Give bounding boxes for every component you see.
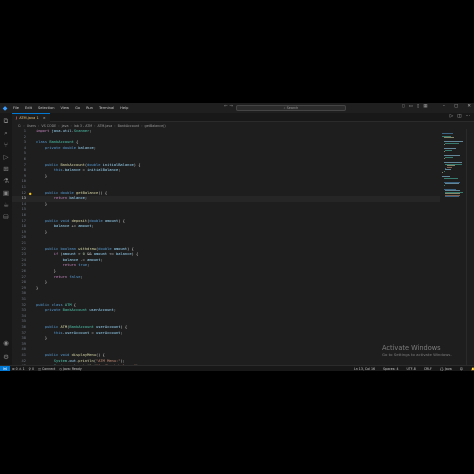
java-projects-icon[interactable]: ☕: [2, 201, 10, 209]
search-view-icon[interactable]: ⌕: [2, 129, 10, 137]
activity-bar: ⧉ ⌕ ⑂ ▷ ⊞ ⚗ ▣ ☕ ⛁ ◉ ⚙: [0, 113, 12, 365]
code-editor[interactable]: 1 import java.util.Scanner; 2 3 class BankAc…: [12, 129, 440, 365]
more-actions-icon[interactable]: ⋯: [466, 114, 471, 119]
menu-terminal[interactable]: Terminal: [96, 106, 117, 110]
remote-indicator-icon[interactable]: ⋈: [0, 365, 10, 371]
breadcrumb-segment[interactable]: VS CODE: [41, 124, 56, 128]
source-control-icon[interactable]: ⑂: [2, 141, 10, 149]
indentation[interactable]: Spaces: 4: [381, 367, 401, 371]
editor-actions: ▷ ◫ ⋯: [450, 114, 470, 119]
menu-selection[interactable]: Selection: [35, 106, 58, 110]
breadcrumb-segment[interactable]: ATM.java: [97, 124, 112, 128]
breadcrumb-segment[interactable]: Users: [27, 124, 36, 128]
toggle-sidebar-icon[interactable]: ▯: [402, 104, 404, 109]
encoding[interactable]: UTF-8: [405, 367, 418, 371]
watermark-subtitle: Go to Settings to activate Windows.: [382, 352, 452, 357]
split-editor-icon[interactable]: ◫: [457, 114, 461, 119]
status-bar: ⋈ ⊗ 0 ⚠ 1 ⚲ 0 ◫ Connect ◷ Java: Ready Ln…: [0, 365, 474, 371]
breadcrumb-segment[interactable]: getBalance(): [145, 124, 166, 128]
java-status[interactable]: ◷ Java: Ready: [57, 367, 84, 371]
minimap-line: [446, 166, 453, 168]
menu-help[interactable]: Help: [117, 106, 131, 110]
problems-status[interactable]: ⊗ 0 ⚠ 1: [10, 367, 27, 371]
breadcrumb-separator-icon: ›: [94, 124, 96, 128]
menu-edit[interactable]: Edit: [22, 106, 35, 110]
explorer-icon[interactable]: ⧉: [2, 117, 10, 125]
breadcrumb-separator-icon: ›: [58, 124, 60, 128]
minimap-line: [443, 137, 454, 139]
connect-status[interactable]: ◫ Connect: [36, 367, 57, 371]
java-file-icon: J: [16, 116, 18, 120]
command-center-search[interactable]: ⌕ Search: [236, 105, 346, 111]
minimap-line: [445, 149, 452, 151]
tab-bar: J ATM.java 1 × ▷ ◫ ⋯: [12, 113, 474, 122]
account-icon[interactable]: ◉: [2, 339, 10, 347]
feedback-icon[interactable]: ☺: [458, 367, 465, 371]
customize-layout-icon[interactable]: ▦: [423, 104, 427, 109]
breadcrumb-segment[interactable]: lab 3 - ATM: [74, 124, 92, 128]
tab-label: ATM.java 1: [19, 116, 39, 120]
breadcrumb-separator-icon: ›: [37, 124, 40, 128]
minimap[interactable]: [440, 129, 464, 365]
minimap-line: [445, 156, 454, 158]
title-bar: ◆ File Edit Selection View Go Run Termin…: [0, 103, 474, 113]
run-icon[interactable]: ▷: [450, 114, 453, 119]
breadcrumb-segment[interactable]: java: [62, 124, 69, 128]
breadcrumb-separator-icon: ›: [23, 124, 25, 128]
line-ending[interactable]: CRLF: [422, 367, 434, 371]
layout-controls: ▯ ▭ ▯ ▦: [402, 104, 428, 109]
maximize-icon[interactable]: ▢: [454, 104, 458, 109]
breadcrumb-separator-icon: ›: [70, 124, 72, 128]
activate-windows-watermark: Activate Windows Go to Settings to activ…: [382, 344, 452, 357]
menu-run[interactable]: Run: [83, 106, 96, 110]
toggle-panel-icon[interactable]: ▭: [408, 104, 412, 109]
testing-icon[interactable]: ⚗: [2, 177, 10, 185]
tab-close-icon[interactable]: ×: [43, 116, 46, 120]
minimap-line: [445, 196, 459, 197]
vscode-logo-icon: ◆: [2, 104, 8, 112]
ports-status[interactable]: ⚲ 0: [27, 367, 36, 371]
breadcrumb-segment[interactable]: BankAccount: [118, 124, 140, 128]
nav-arrows[interactable]: ← →: [224, 104, 233, 109]
editor-scrollbar[interactable]: [466, 129, 474, 365]
tab-atm-java[interactable]: J ATM.java 1 ×: [12, 113, 50, 122]
language-mode[interactable]: {} Java: [438, 367, 454, 371]
minimap-line: [442, 133, 454, 134]
toggle-secondary-sidebar-icon[interactable]: ▯: [417, 104, 419, 109]
menu-view[interactable]: View: [58, 106, 73, 110]
breadcrumb-segment[interactable]: C:: [18, 124, 21, 128]
notifications-icon[interactable]: 🔔: [469, 367, 474, 371]
minimize-icon[interactable]: –: [443, 104, 445, 109]
menu-go[interactable]: Go: [72, 106, 83, 110]
minimap-line: [445, 183, 460, 185]
remote-explorer-icon[interactable]: ▣: [2, 189, 10, 197]
close-icon[interactable]: ✕: [467, 104, 471, 109]
breadcrumb-separator-icon: ›: [114, 124, 116, 128]
minimap-line: [445, 169, 452, 171]
extensions-icon[interactable]: ⊞: [2, 165, 10, 173]
window-controls: – ▢ ✕: [443, 104, 471, 109]
status-right: Ln 13, Col 16 Spaces: 4 UTF-8 CRLF {} Ja…: [352, 366, 474, 371]
breadcrumb-separator-icon: ›: [141, 124, 143, 128]
cursor-position[interactable]: Ln 13, Col 16: [352, 367, 377, 371]
watermark-title: Activate Windows: [382, 344, 441, 352]
minimap-line: [443, 177, 458, 179]
database-icon[interactable]: ⛁: [2, 213, 10, 221]
vscode-window: ◆ File Edit Selection View Go Run Termin…: [0, 103, 474, 371]
minimap-line: [445, 142, 459, 144]
settings-gear-icon[interactable]: ⚙: [2, 353, 10, 361]
menu-file[interactable]: File: [10, 106, 22, 110]
run-debug-icon[interactable]: ▷: [2, 153, 10, 161]
search-placeholder: Search: [286, 106, 299, 110]
